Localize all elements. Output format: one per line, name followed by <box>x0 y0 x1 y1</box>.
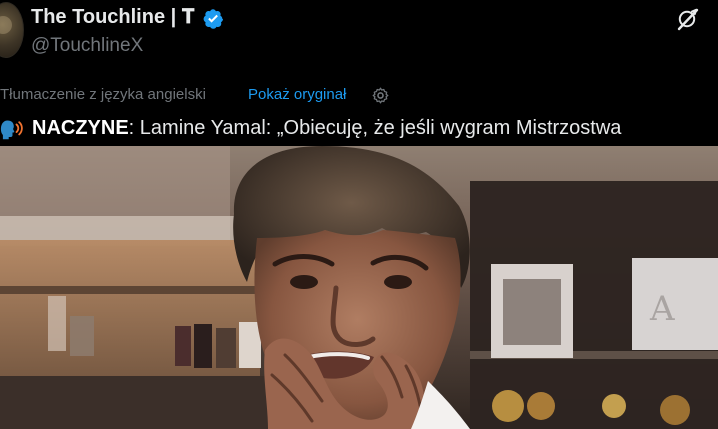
avatar[interactable] <box>0 2 24 58</box>
show-original-link[interactable]: Pokaż oryginał <box>248 86 346 103</box>
decor-vase-1 <box>175 326 191 366</box>
decor-vase-4 <box>239 322 261 368</box>
media-video-still[interactable]: A <box>0 146 718 429</box>
decor-object <box>70 316 94 356</box>
translation-note: Tłumaczenie z języka angielski <box>0 86 206 103</box>
trophy-3 <box>602 394 626 418</box>
tweet-tag: NACZYNE <box>32 117 129 139</box>
decor-vase-3 <box>216 328 236 368</box>
tweet-body: NACZYNE: Lamine Yamal: „Obiecuję, że jeś… <box>32 112 621 145</box>
trophy-4 <box>660 395 690 425</box>
decor-bottle <box>48 296 66 351</box>
eye-right <box>384 275 412 289</box>
tweet-card: The Touchline | 𝐓 @TouchlineX Tłumaczeni… <box>0 0 718 429</box>
tweet-header: The Touchline | 𝐓 @TouchlineX <box>0 0 718 82</box>
author-display-name[interactable]: The Touchline | 𝐓 <box>31 6 195 29</box>
ceiling-light <box>0 216 270 240</box>
author-handle[interactable]: @TouchlineX <box>31 35 143 57</box>
gear-icon[interactable] <box>371 86 390 105</box>
tweet-text-content: : Lamine Yamal: „Obiecuję, że jeśli wygr… <box>128 117 622 139</box>
tweet-text: NACZYNE: Lamine Yamal: „Obiecuję, że jeś… <box>0 112 718 145</box>
shelf-line <box>0 286 260 294</box>
verified-badge-icon <box>203 9 223 29</box>
grok-icon[interactable] <box>676 7 700 31</box>
trophy-2 <box>527 392 555 420</box>
white-box <box>632 258 718 350</box>
trophy-1 <box>492 390 524 422</box>
picture-inner <box>503 279 561 345</box>
shelf-lower <box>0 376 270 429</box>
speaking-head-icon <box>0 120 23 140</box>
white-box-text: A <box>649 289 675 329</box>
eye-left <box>290 275 318 289</box>
translation-row: Tłumaczenie z języka angielski Pokaż ory… <box>0 84 718 108</box>
player-photo-image: A <box>0 146 718 429</box>
decor-vase-2 <box>194 324 212 368</box>
